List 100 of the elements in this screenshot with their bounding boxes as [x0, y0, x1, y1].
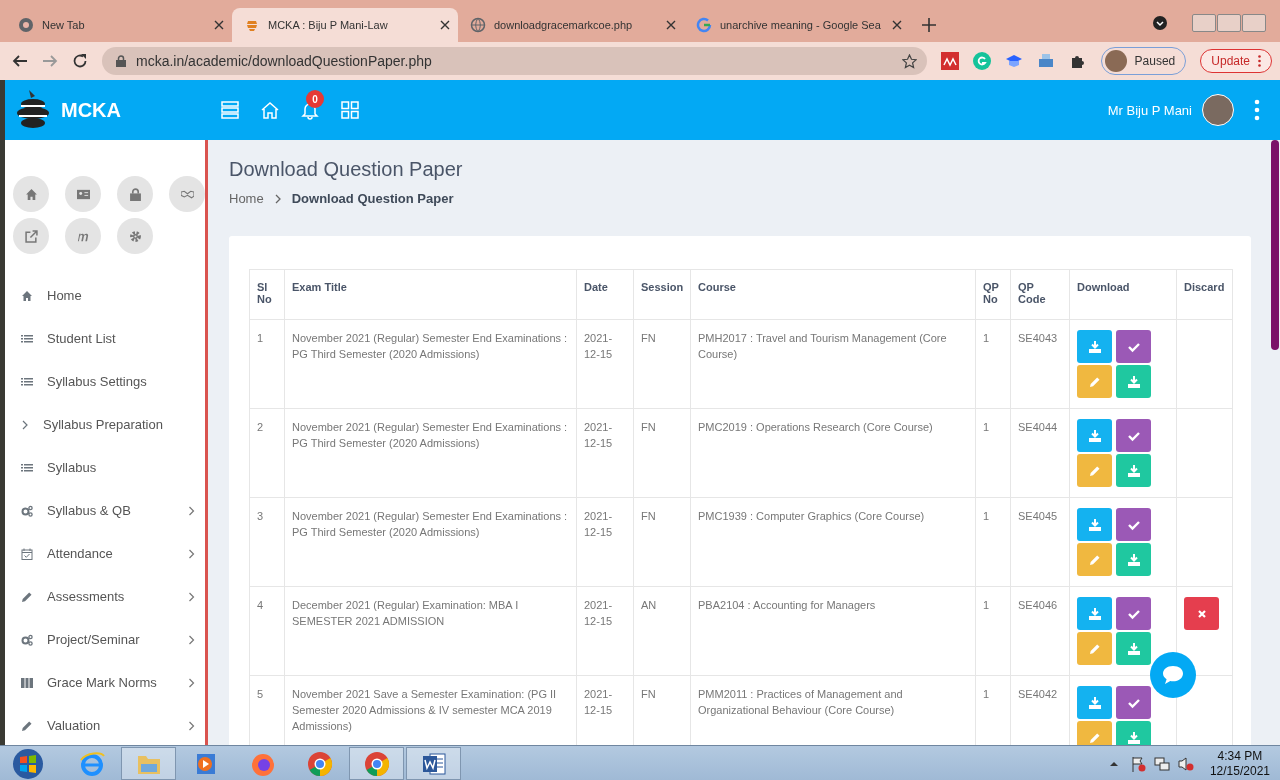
- table-cell: 2021-12-15: [576, 319, 634, 409]
- network-icon[interactable]: [1153, 755, 1170, 772]
- grammarly-g-icon[interactable]: [972, 52, 991, 70]
- grid-icon[interactable]: [340, 100, 360, 120]
- breadcrumb-link[interactable]: Home: [229, 191, 264, 206]
- table-cell: 2021-12-15: [576, 497, 634, 587]
- sidebar-item[interactable]: Student List: [5, 317, 205, 360]
- browser-tab[interactable]: New Tab: [6, 8, 232, 42]
- table-cell: 3: [249, 497, 285, 587]
- restore-button[interactable]: [1217, 14, 1241, 32]
- home-shortcut-button[interactable]: [13, 176, 49, 212]
- address-bar[interactable]: mcka.in/academic/downloadQuestionPaper.php: [102, 47, 927, 75]
- column-header: QP Code: [1010, 269, 1070, 320]
- download-button[interactable]: [1077, 419, 1112, 452]
- download-icon: [1127, 731, 1140, 744]
- close-window-button[interactable]: [1242, 14, 1266, 32]
- chrome-icon[interactable]: [305, 749, 334, 778]
- profile-button[interactable]: Paused: [1100, 47, 1187, 75]
- pencil-icon: [1088, 642, 1101, 655]
- close-icon[interactable]: [440, 20, 450, 30]
- minimize-button[interactable]: [1192, 14, 1216, 32]
- graduation-cap-icon[interactable]: [1004, 52, 1023, 70]
- browser-tab[interactable]: downloadgracemarkcoe.php: [458, 8, 684, 42]
- back-arrow-icon[interactable]: [12, 53, 28, 69]
- forward-arrow-icon[interactable]: [42, 53, 58, 69]
- update-button[interactable]: Update: [1200, 49, 1272, 73]
- clock[interactable]: 4:34 PM 12/15/2021: [1209, 748, 1270, 779]
- discard-button[interactable]: [1184, 597, 1219, 630]
- new-tab-icon[interactable]: [922, 18, 936, 32]
- reload-icon[interactable]: [72, 53, 88, 69]
- approve-button[interactable]: [1116, 508, 1151, 541]
- scrollbar-thumb[interactable]: [1271, 140, 1279, 350]
- sidebar-item[interactable]: Valuation: [5, 704, 205, 745]
- start-button[interactable]: [10, 747, 46, 780]
- download-button[interactable]: [1077, 330, 1112, 363]
- pencil-icon: [1088, 464, 1101, 477]
- pencil-icon: [21, 719, 33, 732]
- pencil-icon: [1088, 375, 1101, 388]
- sidebar-item[interactable]: Home: [5, 274, 205, 317]
- id-card-icon: [76, 187, 90, 201]
- sidebar-item[interactable]: Project/Seminar: [5, 618, 205, 661]
- logo-extension-icon[interactable]: [940, 52, 959, 70]
- sidebar-item[interactable]: Grace Mark Norms: [5, 661, 205, 704]
- settings-icon: [128, 229, 142, 243]
- star-icon[interactable]: [901, 53, 917, 69]
- browser-tab[interactable]: MCKA : Biju P Mani-Law: [232, 8, 458, 42]
- column-header: Sl No: [249, 269, 285, 320]
- download-icon: [1088, 340, 1101, 353]
- download-button[interactable]: [1077, 508, 1112, 541]
- notification-badge: 0: [306, 90, 324, 108]
- table-cell: FN: [633, 497, 691, 587]
- approve-button[interactable]: [1116, 597, 1151, 630]
- handshake-button[interactable]: [169, 176, 205, 212]
- moodle-button[interactable]: [65, 218, 101, 254]
- close-icon[interactable]: [892, 20, 902, 30]
- approve-button[interactable]: [1116, 330, 1151, 363]
- sidebar-item[interactable]: Syllabus Preparation: [5, 403, 205, 446]
- external-link-button[interactable]: [13, 218, 49, 254]
- home-icon[interactable]: [260, 100, 280, 120]
- download-button[interactable]: [1116, 721, 1151, 745]
- browser-tab[interactable]: unarchive meaning - Google Sea: [684, 8, 910, 42]
- menu-icon[interactable]: [220, 100, 240, 120]
- home-icon: [24, 187, 38, 201]
- download-button[interactable]: [1116, 454, 1151, 487]
- approve-button[interactable]: [1116, 419, 1151, 452]
- table-cell: 1: [975, 408, 1011, 498]
- printer-icon[interactable]: [1036, 52, 1055, 70]
- table-cell: SE4046: [1010, 586, 1070, 676]
- column-header: Date: [576, 269, 634, 320]
- sidebar-item[interactable]: Assessments: [5, 575, 205, 618]
- sidebar-item[interactable]: Syllabus & QB: [5, 489, 205, 532]
- close-icon[interactable]: [666, 20, 676, 30]
- download-button[interactable]: [1116, 543, 1151, 576]
- close-icon[interactable]: [214, 20, 224, 30]
- flag-icon[interactable]: [1129, 755, 1146, 772]
- table-cell: 1: [249, 319, 285, 409]
- column-header: Exam Title: [284, 269, 577, 320]
- speaker-muted-icon[interactable]: [1177, 755, 1194, 772]
- approve-button[interactable]: [1116, 686, 1151, 719]
- sidebar-item[interactable]: Attendance: [5, 532, 205, 575]
- sidebar-item[interactable]: Syllabus: [5, 446, 205, 489]
- profile-card-button[interactable]: [65, 176, 101, 212]
- avatar-circle[interactable]: [1202, 94, 1234, 126]
- taskbar-app[interactable]: [349, 747, 404, 780]
- kebab-menu-icon[interactable]: [1254, 99, 1260, 121]
- chrome-icon[interactable]: [362, 749, 391, 778]
- download-button[interactable]: [1077, 597, 1112, 630]
- download-icon: [1088, 518, 1101, 531]
- column-header: Session: [633, 269, 691, 320]
- settings-button[interactable]: [117, 218, 153, 254]
- taskbar-app[interactable]: [406, 747, 461, 780]
- download-button[interactable]: [1116, 365, 1151, 398]
- download-button[interactable]: [1116, 632, 1151, 665]
- sidebar-item[interactable]: Syllabus Settings: [5, 360, 205, 403]
- list-icon: [21, 332, 33, 345]
- lock-button[interactable]: [117, 176, 153, 212]
- ie-browser-icon[interactable]: [77, 749, 106, 778]
- edit-button[interactable]: [1077, 721, 1112, 745]
- download-button[interactable]: [1077, 686, 1112, 719]
- tab-search-icon[interactable]: [1152, 15, 1168, 31]
